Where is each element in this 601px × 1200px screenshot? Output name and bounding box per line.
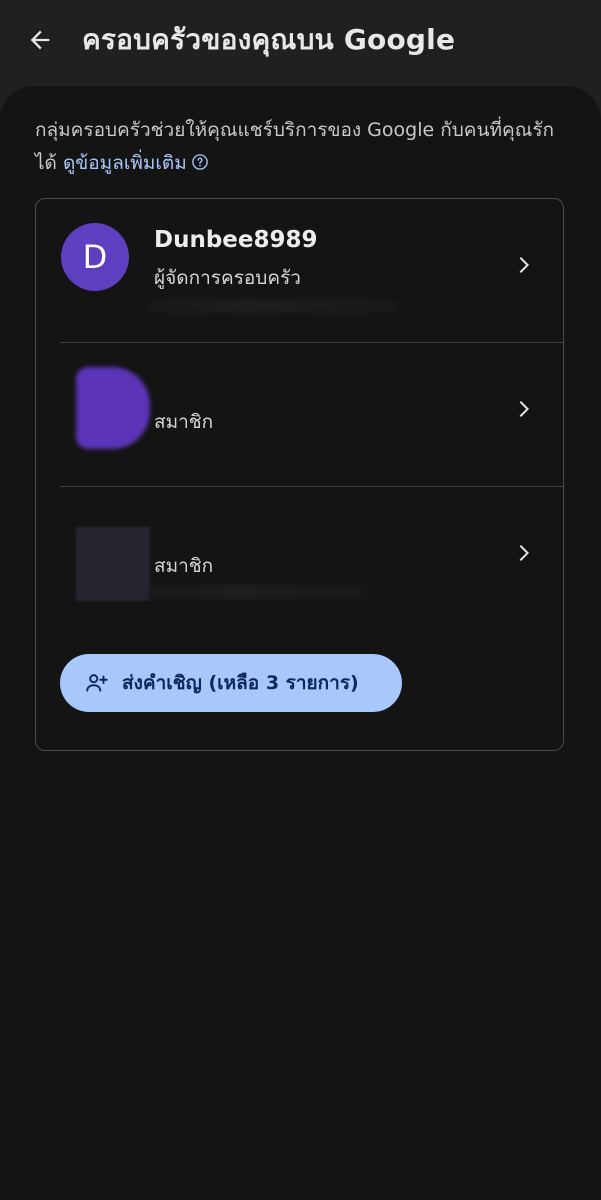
chevron-right-icon	[519, 401, 529, 417]
member-role: ผู้จัดการครอบครัว	[154, 267, 301, 289]
member-role: สมาชิก	[154, 411, 214, 433]
redacted-email	[148, 585, 368, 599]
send-invite-button[interactable]: ส่งคำเชิญ (เหลือ 3 รายการ)	[60, 654, 402, 712]
member-row-manager[interactable]: D Dunbee8989 ผู้จัดการครอบครัว	[36, 199, 563, 342]
chevron-right-icon	[519, 545, 529, 561]
back-button[interactable]	[22, 22, 58, 58]
member-name: Dunbee8989	[154, 227, 318, 253]
member-row[interactable]: สมาชิก	[36, 343, 563, 486]
avatar	[76, 527, 150, 601]
top-app-bar: ครอบครัวของคุณบน Google	[0, 0, 601, 86]
arrow-left-icon	[30, 30, 50, 50]
send-invite-label: ส่งคำเชิญ (เหลือ 3 รายการ)	[122, 672, 359, 694]
help-circle-icon[interactable]	[191, 149, 209, 182]
page-title: ครอบครัวของคุณบน Google	[82, 23, 456, 56]
intro-text: กลุ่มครอบครัวช่วยให้คุณแชร์บริการของ Goo…	[35, 114, 565, 182]
learn-more-link[interactable]: ดูข้อมูลเพิ่มเติม	[63, 152, 187, 174]
person-add-icon	[86, 674, 108, 692]
chevron-right-icon	[519, 257, 529, 273]
avatar	[76, 367, 150, 449]
member-row[interactable]: สมาชิก	[36, 487, 563, 630]
member-role: สมาชิก	[154, 555, 214, 577]
family-members-card: D Dunbee8989 ผู้จัดการครอบครัว สมาชิก สม…	[35, 198, 564, 751]
content-sheet: กลุ่มครอบครัวช่วยให้คุณแชร์บริการของ Goo…	[0, 86, 601, 1200]
avatar: D	[61, 223, 129, 291]
redacted-email	[148, 299, 398, 313]
